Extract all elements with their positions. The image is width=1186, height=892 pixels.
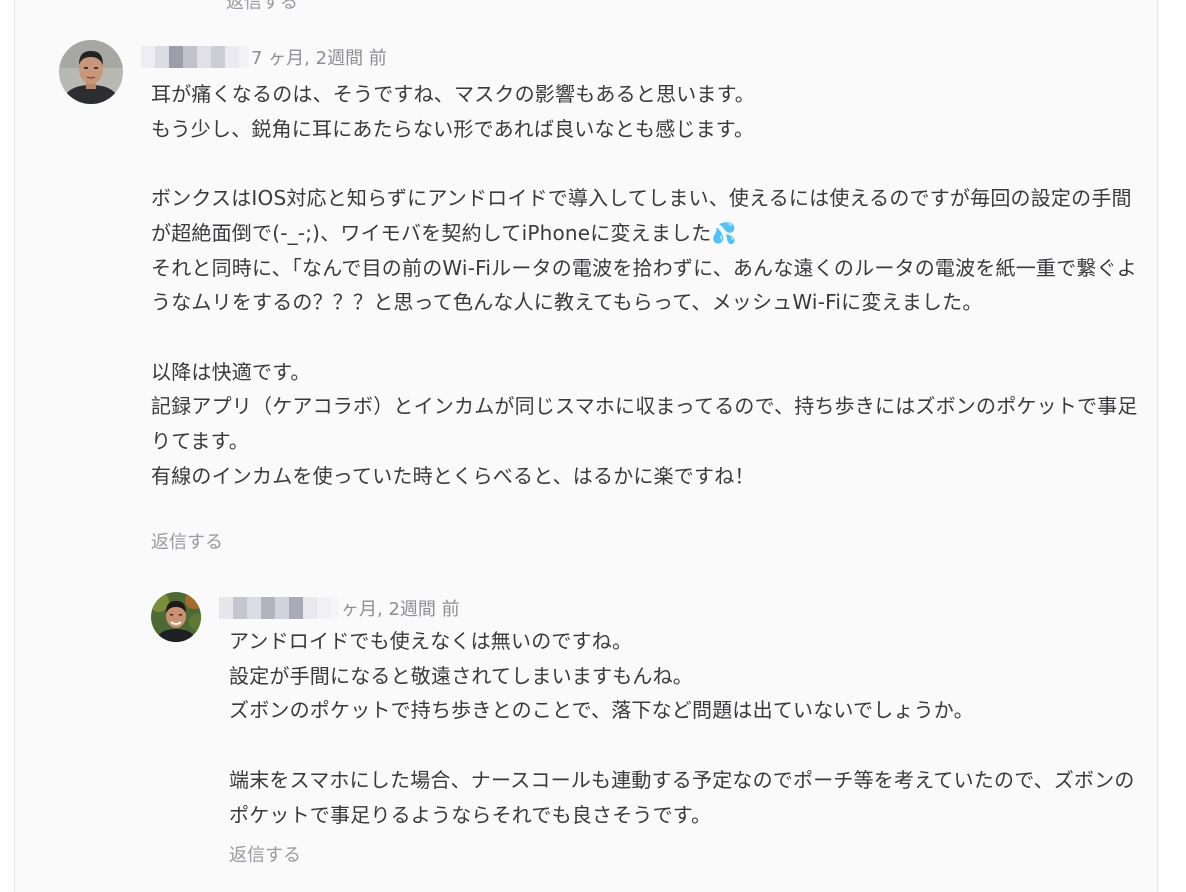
timestamp[interactable]: 7 ヶ月, 2週間 前 [251, 44, 387, 70]
comment-body: 耳が痛くなるのは、そうですね、マスクの影響もあると思います。 もう少し、鋭角に耳… [151, 82, 1138, 488]
user-photo-icon [151, 592, 201, 642]
comment-meta: 7 ヶ月, 2週間 前 [141, 45, 387, 69]
comment-meta: ヶ月, 2週間 前 [219, 596, 460, 620]
author-name-redacted[interactable] [219, 597, 339, 619]
previous-reply-link[interactable]: 返信する [226, 0, 298, 14]
reply-link[interactable]: 返信する [151, 528, 223, 554]
user-photo-icon [59, 40, 123, 104]
reply-link[interactable]: 返信する [229, 841, 301, 867]
comment-body: アンドロイドでも使えなくは無いのですね。 設定が手間になると敬遠されてしまいます… [229, 629, 1135, 827]
avatar[interactable] [151, 592, 201, 642]
author-name-redacted[interactable] [141, 46, 249, 68]
avatar[interactable] [59, 40, 123, 104]
timestamp[interactable]: ヶ月, 2週間 前 [341, 595, 460, 621]
comment-thread-panel: 返信する 7 ヶ月, 2週間 前 耳が痛くなるのは、そうですね、マスクの影響もあ… [14, 0, 1158, 892]
